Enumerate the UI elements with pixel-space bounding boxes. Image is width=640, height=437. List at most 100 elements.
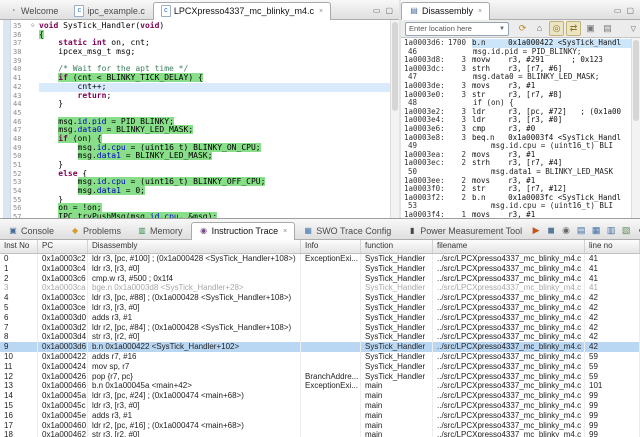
code-text: return; — [39, 92, 390, 101]
cell-file: ../src/LPCXpresso4337_mc_blinky_m4.c — [433, 391, 585, 401]
cell-dis: cmp.w r3, #500 ; 0x1f4 — [88, 274, 301, 284]
cell-pc: 0x1a000466 — [38, 381, 88, 391]
bottom-tab-label: Power Measurement Tool — [420, 226, 522, 236]
tab-problems[interactable]: ◆Problems — [62, 222, 129, 239]
chevron-down-icon[interactable]: ▼ — [499, 26, 505, 32]
trace-row[interactable]: 120x1a000426pop {r7, pc}BranchAddre...Sy… — [0, 372, 640, 382]
line-number: 35 — [13, 22, 31, 31]
show-columns-icon[interactable]: ▦ — [590, 224, 602, 236]
tab-swo-trace-config[interactable]: ▦SWO Trace Config — [295, 222, 399, 239]
track-expression-icon[interactable]: ◎ — [549, 21, 564, 36]
line-number: 53 — [13, 178, 31, 187]
stop-trace-icon[interactable]: ◼ — [545, 224, 557, 236]
tab-welcome[interactable]: ◔Welcome — [0, 2, 66, 19]
maximize-icon[interactable]: ▢ — [385, 6, 393, 15]
trace-row[interactable]: 00x1a0003c2ldr r3, [pc, #100] ; (0x1a000… — [0, 254, 640, 264]
cell-line: 42 — [585, 323, 640, 333]
cell-no: 9 — [0, 342, 38, 352]
column-header-info[interactable]: Info — [301, 240, 361, 253]
tab-ipc-example[interactable]: cipc_example.c — [66, 2, 153, 19]
tab-instruction-trace[interactable]: ◉Instruction Trace× — [191, 222, 296, 240]
cell-file: ../src/LPCXpresso4337_mc_blinky_m4.c — [433, 430, 585, 437]
run-trace-icon[interactable]: ▶ — [530, 224, 542, 236]
code-line: 43 return; — [13, 92, 390, 101]
home-icon[interactable]: ⌂ — [532, 21, 547, 36]
minimize-icon[interactable]: ▭ — [614, 6, 622, 15]
trace-table-header[interactable]: Inst NoPCDisassemblyInfofunctionfilename… — [0, 240, 640, 254]
cell-line: 101 — [585, 381, 640, 391]
line-number: 37 — [13, 39, 31, 48]
cell-fn: SysTick_Handler — [361, 264, 433, 274]
cell-line: 99 — [585, 421, 640, 431]
trace-row[interactable]: 60x1a0003d0adds r3, #1SysTick_Handler../… — [0, 313, 640, 323]
fold-marker-icon[interactable]: ⊖ — [31, 22, 39, 31]
cell-info — [301, 342, 361, 352]
cell-pc: 0x1a000426 — [38, 372, 88, 382]
record-icon[interactable]: ● — [635, 224, 640, 236]
trace-row[interactable]: 150x1a00045cldr r3, [r3, #0]main../src/L… — [0, 401, 640, 411]
location-input[interactable]: Enter location here ▼ — [405, 22, 509, 36]
save-trace-icon[interactable]: ▤ — [575, 224, 587, 236]
cell-line: 99 — [585, 411, 640, 421]
editor-tab-label: ipc_example.c — [87, 6, 145, 16]
editor-scrollbar[interactable] — [390, 20, 399, 218]
trace-row[interactable]: 130x1a000466b.n 0x1a00045a <main+42>Exce… — [0, 381, 640, 391]
column-header-line-no[interactable]: line no — [585, 240, 640, 253]
column-header-disassembly[interactable]: Disassembly — [88, 240, 301, 253]
trace-row[interactable]: 160x1a00045eadds r3, #1main../src/LPCXpr… — [0, 411, 640, 421]
maximize-icon[interactable]: ▢ — [626, 6, 634, 15]
cell-fn: main — [361, 391, 433, 401]
trace-row[interactable]: 140x1a00045aldr r3, [pc, #24] ; (0x1a000… — [0, 391, 640, 401]
column-header-function[interactable]: function — [361, 240, 433, 253]
close-icon[interactable]: × — [319, 8, 323, 15]
column-header-inst-no[interactable]: Inst No — [0, 240, 38, 253]
minimize-icon[interactable]: ▭ — [373, 6, 381, 15]
cell-dis: pop {r7, pc} — [88, 372, 301, 382]
trace-row[interactable]: 100x1a000422adds r7, #16SysTick_Handler.… — [0, 352, 640, 362]
cell-pc: 0x1a0003d6 — [38, 342, 88, 352]
disassembly-scrollbar[interactable] — [631, 38, 640, 218]
camera-snapshot-icon[interactable]: ◉ — [560, 224, 572, 236]
close-icon[interactable]: × — [478, 8, 482, 15]
trace-row[interactable]: 110x1a000424mov sp, r7SysTick_Handler../… — [0, 362, 640, 372]
open-new-view-icon[interactable]: ▣ — [583, 21, 598, 36]
close-icon[interactable]: × — [283, 228, 287, 235]
trace-row[interactable]: 170x1a000460ldr r2, [pc, #16] ; (0x1a000… — [0, 421, 640, 431]
executed-line-highlight: msg.data1 = 0; — [78, 186, 145, 195]
trace-row[interactable]: 180x1a000462str r3, [r2, #0]main../src/L… — [0, 430, 640, 437]
export-trace-icon[interactable]: ▧ — [620, 224, 632, 236]
cell-dis: ldr r2, [pc, #84] ; (0x1a000428 <SysTick… — [88, 323, 301, 333]
refresh-icon[interactable]: ⟳ — [515, 21, 530, 36]
trace-row[interactable]: 30x1a0003cabge.n 0x1a0003d8 <SysTick_Han… — [0, 283, 640, 293]
disassembly-listing[interactable]: 1a0003d6:1700b.n 0x1a000422 <SysTick_Han… — [401, 37, 640, 218]
code-editor[interactable]: 35⊖void SysTick_Handler(void)36{37 stati… — [0, 20, 399, 218]
column-header-filename[interactable]: filename — [433, 240, 585, 253]
cell-file: ../src/LPCXpresso4337_mc_blinky_m4.c — [433, 264, 585, 274]
pin-view-icon[interactable]: ▤ — [600, 21, 615, 36]
trace-row[interactable]: 50x1a0003celdr r3, [r3, #0]SysTick_Handl… — [0, 303, 640, 313]
cell-line: 41 — [585, 283, 640, 293]
trace-row[interactable]: 20x1a0003c6cmp.w r3, #500 ; 0x1f4SysTick… — [0, 274, 640, 284]
line-number: 51 — [13, 161, 31, 170]
tab-memory[interactable]: ▥Memory — [129, 222, 191, 239]
trace-row[interactable]: 40x1a0003ccldr r3, [pc, #88] ; (0x1a0004… — [0, 293, 640, 303]
column-header-pc[interactable]: PC — [38, 240, 88, 253]
tab-console[interactable]: ▣Console — [0, 222, 62, 239]
sync-selection-icon[interactable]: ⇄ — [566, 21, 581, 36]
view-menu-icon[interactable]: ▽ — [631, 25, 636, 33]
tab-disassembly[interactable]: ▤ Disassembly × — [401, 2, 490, 20]
tab-blinky-m4[interactable]: cLPCXpresso4337_mc_blinky_m4.c× — [153, 2, 331, 20]
trace-row[interactable]: 70x1a0003d2ldr r2, [pc, #84] ; (0x1a0004… — [0, 323, 640, 333]
code-line: 38 ipcex_msg_t msg; — [13, 48, 390, 57]
cell-pc: 0x1a00045c — [38, 401, 88, 411]
tab-power-measurement-tool[interactable]: ▮Power Measurement Tool — [399, 222, 530, 239]
cell-file: ../src/LPCXpresso4337_mc_blinky_m4.c — [433, 323, 585, 333]
cell-pc: 0x1a0003d0 — [38, 313, 88, 323]
cell-file: ../src/LPCXpresso4337_mc_blinky_m4.c — [433, 362, 585, 372]
bottom-tab-label: Console — [21, 226, 54, 236]
trace-row[interactable]: 90x1a0003d6b.n 0x1a000422 <SysTick_Handl… — [0, 342, 640, 352]
trace-row[interactable]: 80x1a0003d4str r3, [r2, #0]SysTick_Handl… — [0, 332, 640, 342]
cell-no: 10 — [0, 352, 38, 362]
configure-columns-icon[interactable]: ▥ — [605, 224, 617, 236]
trace-row[interactable]: 10x1a0003c4ldr r3, [r3, #0]SysTick_Handl… — [0, 264, 640, 274]
